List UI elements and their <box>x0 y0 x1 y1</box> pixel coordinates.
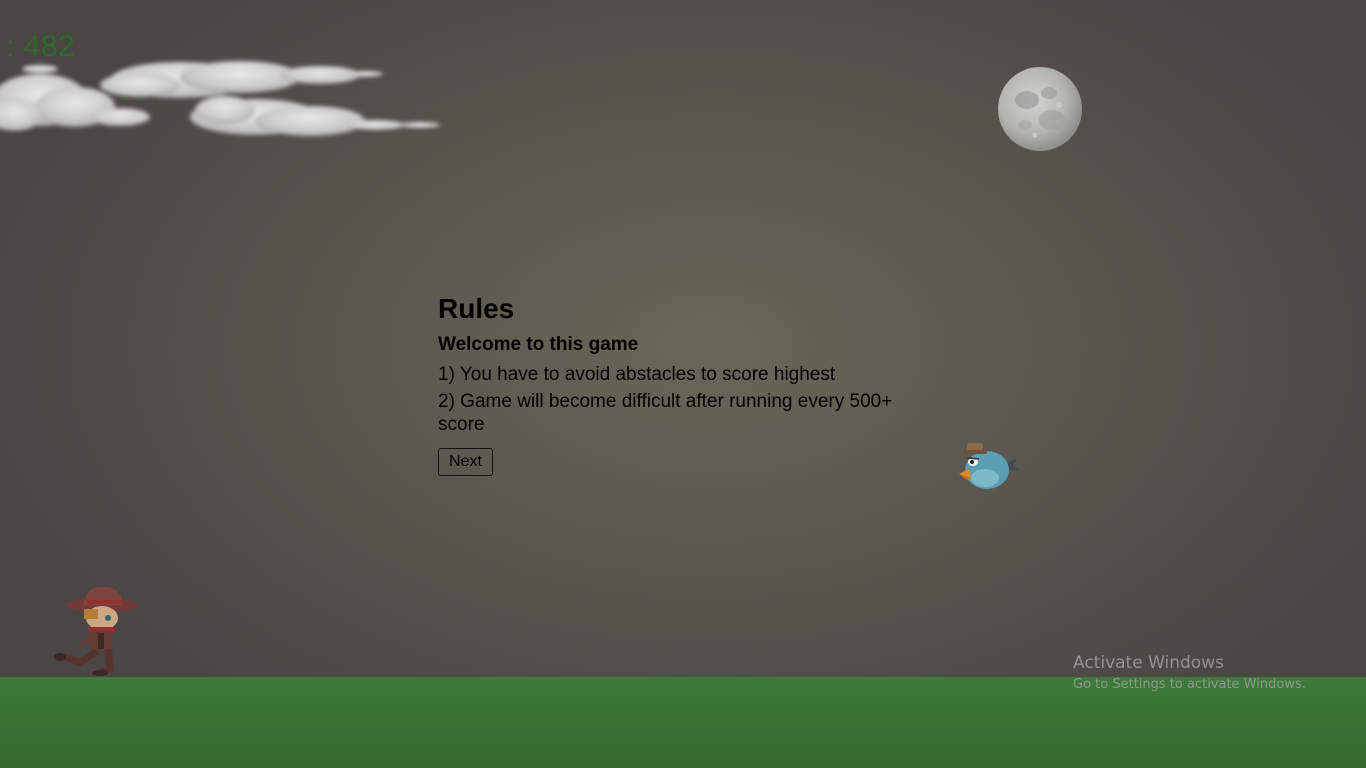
activate-windows-title: Activate Windows <box>1073 653 1224 673</box>
activate-windows-subtitle: Go to Settings to activate Windows. <box>1073 677 1306 692</box>
bird-enemy-icon <box>959 443 1019 489</box>
rules-panel: Rules Welcome to this game 1) You have t… <box>438 293 938 476</box>
rule-item: 2) Game will become difficult after runn… <box>438 391 893 435</box>
rules-title: Rules <box>438 293 515 324</box>
next-button[interactable]: Next <box>438 448 493 476</box>
rules-welcome: Welcome to this game <box>438 334 639 355</box>
clouds-layer <box>0 61 440 136</box>
rule-item: 1) You have to avoid abstacles to score … <box>438 364 836 385</box>
cowboy-player-icon <box>54 586 138 676</box>
activate-windows-watermark: Activate Windows Go to Settings to activ… <box>1073 652 1306 693</box>
cloud-icon <box>0 61 440 136</box>
moon-icon <box>998 67 1082 151</box>
